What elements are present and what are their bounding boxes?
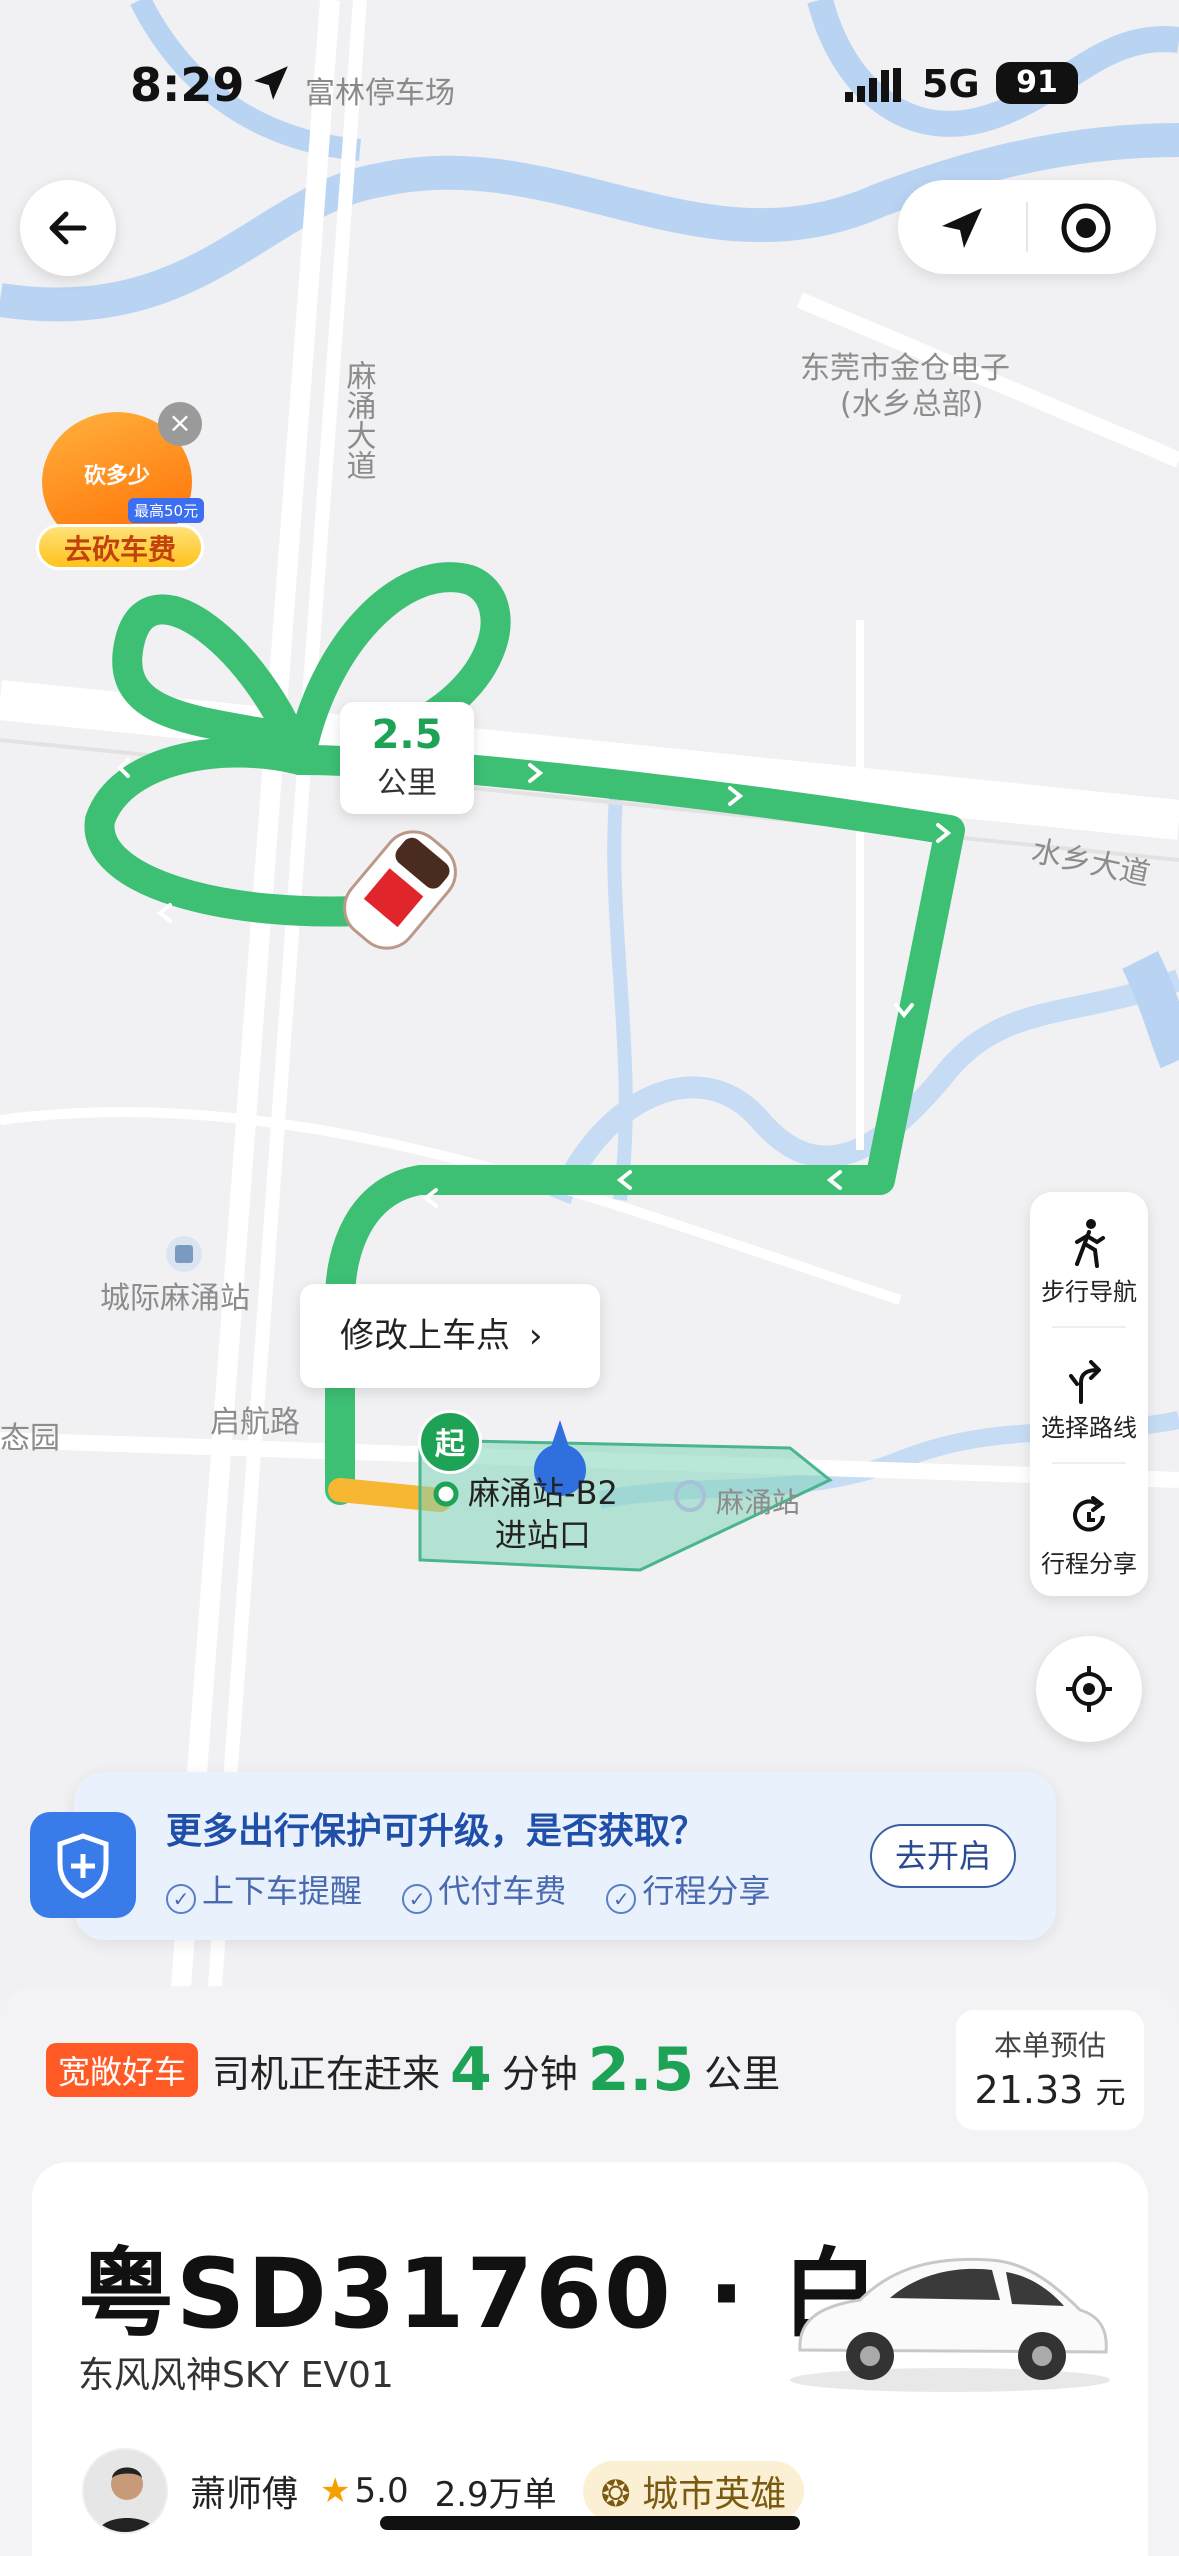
driver-avatar[interactable] xyxy=(82,2448,168,2534)
map-label-company-sub: (水乡总部) xyxy=(840,387,983,422)
locate-me-button[interactable] xyxy=(1036,1636,1142,1742)
walk-navigation-label: 步行导航 xyxy=(1041,1278,1137,1306)
pickup-station-label: 麻涌站-B2 进站口 xyxy=(468,1472,618,1556)
check-icon: ✓ xyxy=(606,1884,637,1914)
driver-rating: 5.0 xyxy=(354,2471,409,2511)
map-label-station: 麻涌站 xyxy=(716,1486,800,1519)
eta-row: 宽敞好车 司机正在赶来 4 分钟 2.5 公里 xyxy=(46,2030,780,2110)
license-plate: 粤SD31760 · 白 xyxy=(78,2238,881,2350)
svg-text:麻涌大道: 麻涌大道 xyxy=(341,360,377,480)
driver-name: 萧师傅 xyxy=(190,2474,299,2515)
back-arrow-icon xyxy=(49,211,87,245)
edit-pickup-label: 修改上车点 xyxy=(340,1316,510,1356)
eta-minutes-unit: 分钟 xyxy=(501,2051,578,2096)
back-button[interactable] xyxy=(20,180,116,276)
protection-items: ✓ 上下车提醒 ✓ 代付车费 ✓ 行程分享 xyxy=(166,1866,800,1914)
side-action-panel: 步行导航 选择路线 行程分享 xyxy=(1030,1192,1148,1596)
map-label-road-madao: 麻涌大道 xyxy=(341,360,377,480)
share-trip-button[interactable]: 行程分享 xyxy=(1030,1464,1148,1598)
map-label-park: 态园 xyxy=(0,1421,60,1456)
promo-top-text: 砍多少 xyxy=(84,464,151,489)
protection-item: ✓ 行程分享 xyxy=(606,1872,770,1914)
distance-value: 2.5 xyxy=(371,712,443,758)
share-trip-label: 行程分享 xyxy=(1041,1550,1137,1578)
battery-indicator: 91 xyxy=(996,62,1078,104)
chevron-right-icon: › xyxy=(528,1316,543,1356)
map-controls xyxy=(898,180,1156,274)
navigate-icon[interactable] xyxy=(938,204,986,252)
check-icon: ✓ xyxy=(402,1884,433,1914)
star-icon: ★ xyxy=(320,2471,351,2511)
target-icon[interactable] xyxy=(1060,202,1112,254)
map-label-qihang: 启航路 xyxy=(210,1405,300,1440)
eta-distance-unit: 公里 xyxy=(704,2051,781,2096)
car-model: 东风风神SKY EV01 xyxy=(78,2355,394,2396)
protection-title: 更多出行保护可升级，是否获取？ xyxy=(166,1811,707,1852)
fare-amount: 21.33 xyxy=(974,2068,1084,2112)
fare-unit: 元 xyxy=(1095,2076,1126,2111)
select-route-button[interactable]: 选择路线 xyxy=(1030,1328,1148,1462)
walk-navigation-button[interactable]: 步行导航 xyxy=(1030,1192,1148,1326)
eta-text: 司机正在赶来 xyxy=(212,2051,441,2096)
pickup-station-line2: 进站口 xyxy=(494,1516,591,1554)
promo-bargain-widget[interactable]: 砍多少 最高50元 去砍车费 × xyxy=(36,402,206,572)
crosshair-icon xyxy=(1066,1666,1112,1712)
distance-bubble: 2.5 公里 xyxy=(340,702,474,814)
map-label-bus-station: 城际麻涌站 xyxy=(100,1281,250,1316)
status-place: 富林停车场 xyxy=(305,76,455,111)
status-time: 8:29 xyxy=(130,58,245,112)
medal-icon: ❂ xyxy=(600,2474,643,2515)
distance-unit: 公里 xyxy=(377,766,437,801)
fare-label: 本单预估 xyxy=(993,2029,1106,2062)
enable-protection-button[interactable]: 去开启 xyxy=(870,1824,1016,1888)
start-marker: 起 xyxy=(418,1410,482,1474)
map-view[interactable]: 东莞市金仓电子 (水乡总部) 城际麻涌站 启航路 态园 麻涌站 水乡大道 麻涌大… xyxy=(0,0,1179,2000)
select-route-label: 选择路线 xyxy=(1041,1414,1137,1442)
car-image xyxy=(790,2257,1110,2392)
location-arrow-icon xyxy=(254,66,288,100)
car-type-tag: 宽敞好车 xyxy=(46,2043,199,2097)
pickup-station-line1: 麻涌站-B2 xyxy=(468,1474,618,1512)
map-label-company: 东莞市金仓电子 xyxy=(800,351,1010,386)
promo-small-text: 最高50元 xyxy=(128,498,205,523)
promo-close-icon[interactable]: × xyxy=(158,402,202,446)
controls-divider xyxy=(1026,202,1028,252)
shield-icon xyxy=(30,1812,136,1918)
fare-amount-row: 21.33 元 xyxy=(956,2068,1144,2112)
promo-button[interactable]: 去砍车费 xyxy=(36,524,204,570)
fare-estimate[interactable]: 本单预估 21.33 元 xyxy=(956,2010,1144,2130)
share-icon xyxy=(1073,1496,1105,1532)
route-icon xyxy=(1069,1360,1101,1404)
status-bar: 8:29 富林停车场 5G 91 xyxy=(0,58,1179,118)
driver-badge: ❂ 城市英雄 xyxy=(582,2461,805,2521)
protection-banner[interactable]: 更多出行保护可升级，是否获取？ ✓ 上下车提醒 ✓ 代付车费 ✓ 行程分享 去开启 xyxy=(30,1772,1056,1940)
home-indicator xyxy=(380,2516,800,2530)
check-icon: ✓ xyxy=(166,1884,196,1914)
walk-icon xyxy=(1075,1219,1105,1268)
eta-minutes: 4 xyxy=(450,2035,492,2105)
driver-orders: 2.9万单 xyxy=(434,2474,557,2515)
edit-pickup-button[interactable]: 修改上车点 › xyxy=(300,1284,600,1388)
signal-icon xyxy=(845,68,901,102)
eta-distance: 2.5 xyxy=(587,2035,695,2105)
protection-item: ✓ 上下车提醒 xyxy=(166,1872,362,1914)
protection-item: ✓ 代付车费 xyxy=(402,1872,566,1914)
network-type: 5G xyxy=(922,62,980,106)
